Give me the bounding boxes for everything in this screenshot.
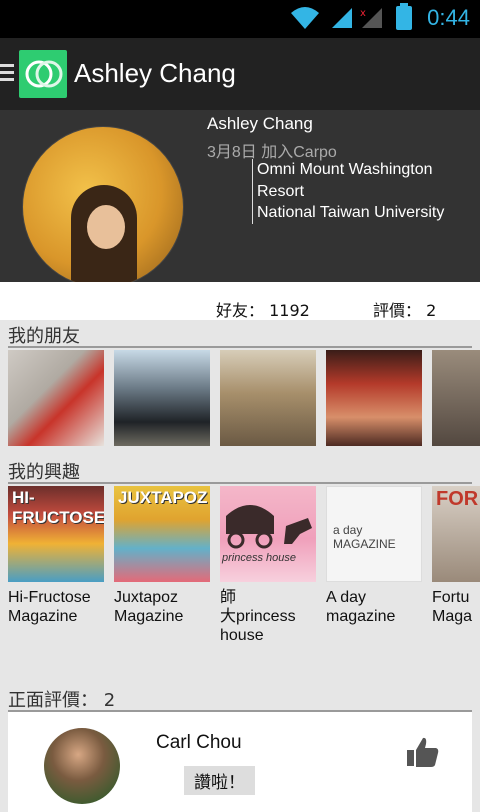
- friend-thumb[interactable]: [326, 350, 422, 446]
- carpo-logo-icon: [25, 60, 63, 88]
- status-time: 0:44: [427, 5, 470, 30]
- status-bar: x 0:44: [0, 0, 480, 38]
- profile-name: Ashley Chang: [207, 114, 313, 133]
- profile-info: Omni Mount Washington Resort National Ta…: [252, 159, 472, 224]
- profile-info-line: Resort: [257, 182, 305, 200]
- friends-row[interactable]: [8, 350, 480, 446]
- friends-section-title: 我的朋友: [8, 326, 80, 347]
- friend-thumb[interactable]: [114, 350, 210, 446]
- review-card[interactable]: Carl Chou 讚啦！: [8, 712, 472, 812]
- review-comment: 讚啦！: [184, 766, 255, 795]
- svg-text:x: x: [360, 8, 366, 19]
- thumbs-up-icon[interactable]: [406, 736, 440, 768]
- cover-text: a day MAGAZINE: [333, 523, 396, 551]
- interests-row[interactable]: HI-FRUCTOSE JUXTAPOZ princess house a da…: [8, 486, 480, 582]
- profile-info-line: Omni Mount Washington: [257, 161, 433, 178]
- interest-caption[interactable]: Hi-Fructose Magazine: [8, 588, 110, 626]
- app-title: Ashley Chang: [74, 58, 236, 88]
- friend-thumb[interactable]: [432, 350, 480, 446]
- carriage-icon: [226, 505, 312, 549]
- signal-off-icon: x: [360, 8, 382, 28]
- reviews-section-title: 正面評價： 2: [8, 690, 116, 711]
- interest-caption[interactable]: Fortu Maga: [432, 588, 480, 626]
- friend-thumb[interactable]: [8, 350, 104, 446]
- interest-cover[interactable]: FOR: [432, 486, 480, 582]
- app-logo[interactable]: [19, 50, 67, 98]
- section-divider: [8, 482, 472, 484]
- app-bar: Ashley Chang: [0, 38, 480, 110]
- stats-bar: 好友： 1192 評價： 2: [0, 282, 480, 320]
- cover-text: FOR: [436, 488, 479, 510]
- interest-cover[interactable]: princess house: [220, 486, 316, 582]
- profile-info-line: National Taiwan University: [257, 204, 445, 221]
- section-divider: [8, 346, 472, 348]
- reviewer-avatar[interactable]: [44, 728, 120, 804]
- cover-text: HI-FRUCTOSE: [12, 488, 104, 527]
- interests-section-title: 我的興趣: [8, 462, 80, 483]
- friends-count[interactable]: 好友： 1192: [216, 297, 310, 321]
- cover-text: JUXTAPOZ: [118, 488, 208, 507]
- interest-caption[interactable]: 師 大princess house: [220, 588, 322, 645]
- wifi-icon: [291, 7, 319, 29]
- battery-icon: [396, 3, 412, 30]
- rating-count[interactable]: 評價： 2: [373, 297, 436, 321]
- cover-text: princess house: [222, 552, 296, 564]
- interest-cover[interactable]: HI-FRUCTOSE: [8, 486, 104, 582]
- interest-cover[interactable]: JUXTAPOZ: [114, 486, 210, 582]
- profile-avatar[interactable]: [22, 126, 184, 288]
- interest-caption[interactable]: A day magazine: [326, 588, 428, 626]
- menu-icon[interactable]: [0, 64, 14, 85]
- signal-icon: [332, 8, 352, 28]
- interest-cover[interactable]: a day MAGAZINE: [326, 486, 422, 582]
- friend-thumb[interactable]: [220, 350, 316, 446]
- interest-caption[interactable]: Juxtapoz Magazine: [114, 588, 216, 626]
- reviewer-name[interactable]: Carl Chou: [156, 732, 242, 754]
